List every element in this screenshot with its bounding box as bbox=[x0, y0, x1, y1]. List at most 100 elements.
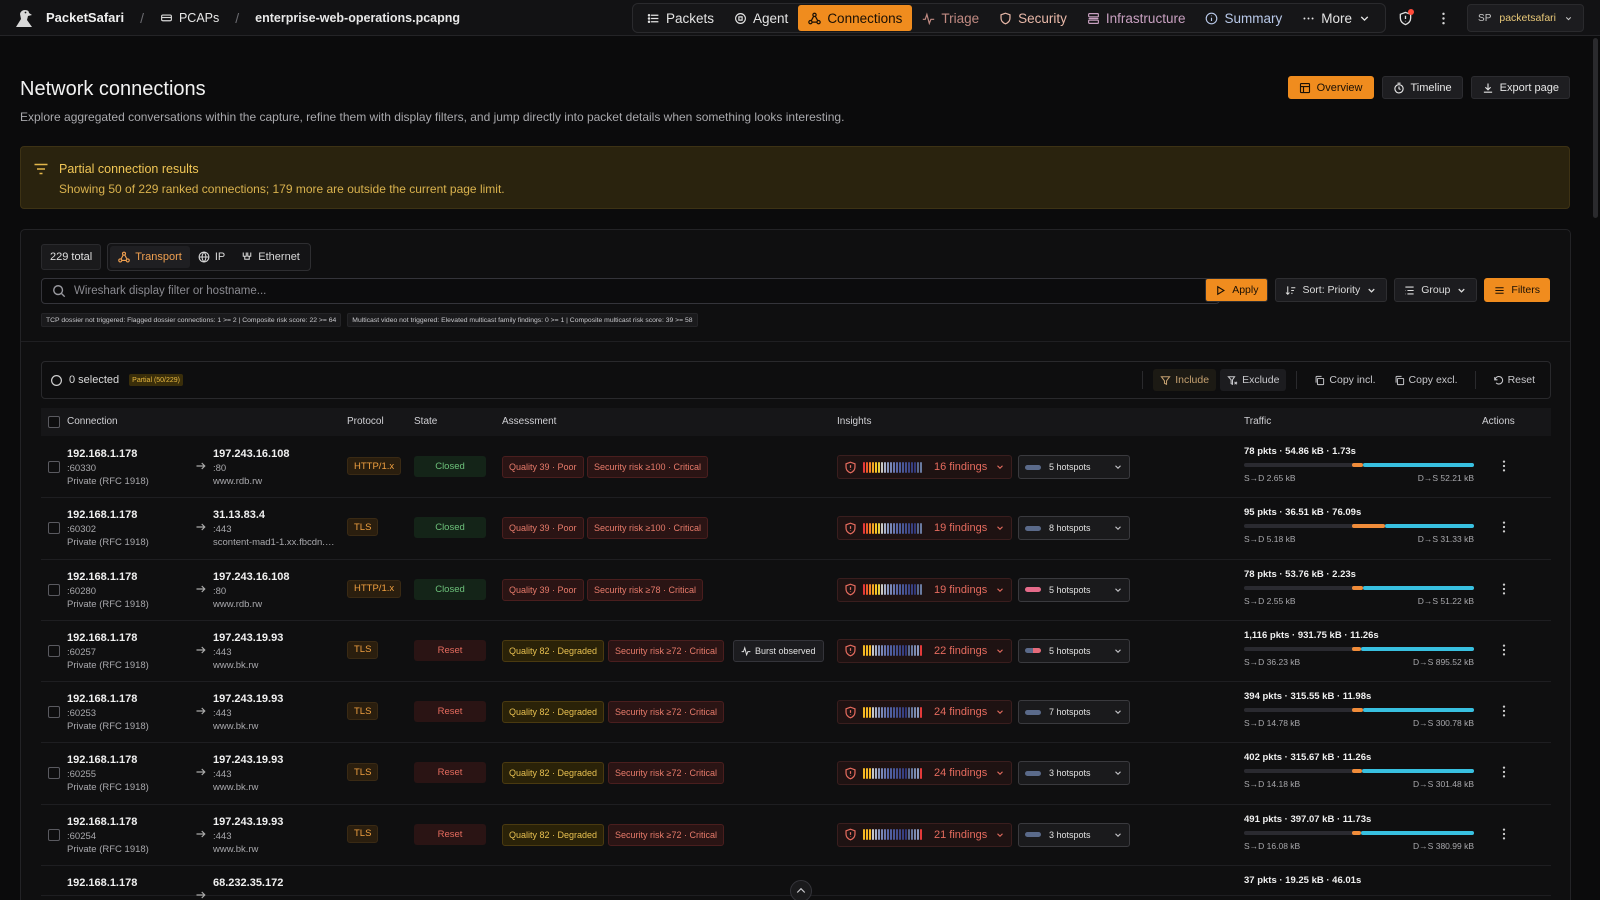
rx-segment bbox=[1363, 463, 1474, 467]
hotspots-dropdown[interactable]: 5 hotspots bbox=[1018, 455, 1130, 479]
heat-cell bbox=[914, 522, 916, 534]
row-checkbox[interactable] bbox=[48, 644, 60, 657]
select-all-checkbox[interactable] bbox=[48, 416, 60, 428]
findings-dropdown[interactable]: 24 findings bbox=[837, 761, 1012, 786]
nav-connections[interactable]: Connections bbox=[798, 5, 913, 31]
top-bar: PacketSafari / PCAPs / enterprise-web-op… bbox=[0, 0, 1600, 36]
col-insights[interactable]: Insights bbox=[837, 416, 871, 427]
nav-infrastructure[interactable]: Infrastructure bbox=[1077, 5, 1196, 31]
col-actions: Actions bbox=[1482, 416, 1515, 427]
nav-triage-label: Triage bbox=[941, 10, 980, 26]
export-page-button[interactable]: Export page bbox=[1470, 76, 1570, 99]
findings-dropdown[interactable]: 19 findings bbox=[837, 577, 1012, 602]
findings-dropdown[interactable]: 22 findings bbox=[837, 638, 1012, 663]
row-actions-icon[interactable] bbox=[1497, 826, 1511, 842]
destination-ip: 197.243.16.108 bbox=[213, 570, 290, 583]
filters-button[interactable]: Filters bbox=[1484, 278, 1550, 302]
traffic-direction-bar bbox=[1244, 524, 1474, 529]
heat-cell bbox=[866, 706, 868, 718]
row-actions-icon[interactable] bbox=[1497, 458, 1511, 474]
hotspots-dropdown[interactable]: 3 hotspots bbox=[1018, 822, 1130, 847]
findings-dropdown[interactable]: 16 findings bbox=[837, 455, 1012, 479]
row-actions-icon[interactable] bbox=[1497, 519, 1511, 535]
apply-button[interactable]: Apply bbox=[1205, 278, 1269, 302]
hotspots-dropdown[interactable]: 8 hotspots bbox=[1018, 516, 1130, 541]
risk-badge: Security risk ≥72 · Critical bbox=[608, 701, 724, 724]
chevron-down-icon bbox=[1115, 526, 1121, 531]
reset-button[interactable]: Reset bbox=[1486, 369, 1542, 391]
layer-transport[interactable]: Transport bbox=[110, 246, 190, 268]
breadcrumb-file[interactable]: enterprise-web-operations.pcapng bbox=[255, 11, 460, 25]
exclude-button[interactable]: Exclude bbox=[1220, 369, 1287, 391]
findings-count: 24 findings bbox=[934, 767, 988, 780]
alerts-button[interactable] bbox=[1391, 4, 1419, 32]
row-checkbox[interactable] bbox=[48, 461, 60, 473]
include-button[interactable]: Include bbox=[1153, 369, 1217, 391]
col-protocol[interactable]: Protocol bbox=[347, 416, 384, 427]
table-row[interactable]: 192.168.1.178 :60253 Private (RFC 1918) … bbox=[41, 682, 1551, 744]
brand[interactable]: PacketSafari bbox=[12, 7, 124, 29]
server-icon bbox=[1087, 12, 1099, 24]
copy-excl-button[interactable]: Copy excl. bbox=[1387, 369, 1465, 391]
arrow-right-icon bbox=[196, 523, 206, 531]
row-actions-icon[interactable] bbox=[1497, 703, 1511, 719]
table-row[interactable]: 192.168.1.178 :60330 Private (RFC 1918) … bbox=[41, 437, 1551, 499]
table-row[interactable]: 192.168.1.178 :60254 Private (RFC 1918) … bbox=[41, 805, 1551, 867]
sort-dropdown[interactable]: Sort: Priority bbox=[1275, 278, 1388, 302]
row-checkbox[interactable] bbox=[48, 706, 60, 719]
circle-icon[interactable] bbox=[50, 374, 63, 387]
menu-button[interactable] bbox=[1429, 4, 1457, 32]
quality-badge: Quality 82 · Degraded bbox=[502, 762, 605, 785]
table-row[interactable]: 192.168.1.178 :60280 Private (RFC 1918) … bbox=[41, 560, 1551, 621]
col-traffic[interactable]: Traffic bbox=[1244, 416, 1271, 427]
heat-cell bbox=[914, 584, 916, 596]
hotspots-dropdown[interactable]: 5 hotspots bbox=[1018, 638, 1130, 663]
quality-badge: Quality 82 · Degraded bbox=[502, 701, 605, 724]
nav-packets[interactable]: Packets bbox=[637, 5, 724, 31]
group-dropdown[interactable]: Group bbox=[1394, 278, 1478, 302]
col-assessment[interactable]: Assessment bbox=[502, 416, 556, 427]
col-state[interactable]: State bbox=[414, 416, 437, 427]
copy-incl-button[interactable]: Copy incl. bbox=[1307, 369, 1382, 391]
timeline-button[interactable]: Timeline bbox=[1381, 76, 1463, 99]
row-actions-icon[interactable] bbox=[1497, 642, 1511, 658]
breadcrumb-pcaps[interactable]: PCAPs bbox=[160, 11, 219, 25]
page-scrollbar[interactable] bbox=[1593, 38, 1598, 218]
nav-agent[interactable]: Agent bbox=[724, 5, 798, 31]
row-checkbox[interactable] bbox=[48, 828, 60, 841]
row-checkbox[interactable] bbox=[48, 522, 60, 535]
network-icon bbox=[808, 12, 822, 24]
row-checkbox[interactable] bbox=[48, 583, 60, 596]
overview-button[interactable]: Overview bbox=[1287, 76, 1374, 99]
nav-summary[interactable]: Summary bbox=[1195, 5, 1292, 31]
tx-segment bbox=[1352, 524, 1385, 529]
col-connection[interactable]: Connection bbox=[67, 416, 118, 427]
display-filter-input[interactable] bbox=[74, 285, 1174, 297]
hotspots-dropdown[interactable]: 3 hotspots bbox=[1018, 761, 1130, 786]
source-ip: 192.168.1.178 bbox=[67, 693, 138, 706]
row-actions-icon[interactable] bbox=[1497, 764, 1511, 780]
nav-triage[interactable]: Triage bbox=[912, 5, 989, 31]
scroll-to-top-button[interactable] bbox=[790, 880, 812, 900]
findings-dropdown[interactable]: 19 findings bbox=[837, 516, 1012, 541]
shield-alert-icon bbox=[845, 461, 856, 473]
arrow-right-icon bbox=[196, 830, 206, 838]
traffic-directions: S→D 14.18 kB D→S 301.48 kB bbox=[1244, 779, 1474, 789]
layer-ethernet[interactable]: Ethernet bbox=[233, 246, 308, 268]
table-row[interactable]: 192.168.1.178 :60302 Private (RFC 1918) … bbox=[41, 498, 1551, 560]
row-actions-icon[interactable] bbox=[1497, 581, 1511, 597]
layer-ip[interactable]: IP bbox=[190, 246, 233, 268]
hotspots-dropdown[interactable]: 5 hotspots bbox=[1018, 577, 1130, 602]
table-row[interactable]: 192.168.1.178 :60257 Private (RFC 1918) … bbox=[41, 621, 1551, 683]
user-menu[interactable]: SP packetsafari bbox=[1467, 4, 1584, 32]
findings-dropdown[interactable]: 21 findings bbox=[837, 822, 1012, 847]
risk-badge: Security risk ≥72 · Critical bbox=[608, 639, 724, 662]
row-checkbox[interactable] bbox=[48, 767, 60, 780]
findings-dropdown[interactable]: 24 findings bbox=[837, 700, 1012, 725]
hotspots-dropdown[interactable]: 7 hotspots bbox=[1018, 700, 1130, 725]
nav-more[interactable]: More bbox=[1292, 5, 1381, 31]
nav-security[interactable]: Security bbox=[989, 5, 1077, 31]
table-row[interactable]: 192.168.1.178 :60255 Private (RFC 1918) … bbox=[41, 743, 1551, 805]
breadcrumb-pcaps-label: PCAPs bbox=[178, 10, 220, 25]
download-icon bbox=[1483, 83, 1492, 93]
